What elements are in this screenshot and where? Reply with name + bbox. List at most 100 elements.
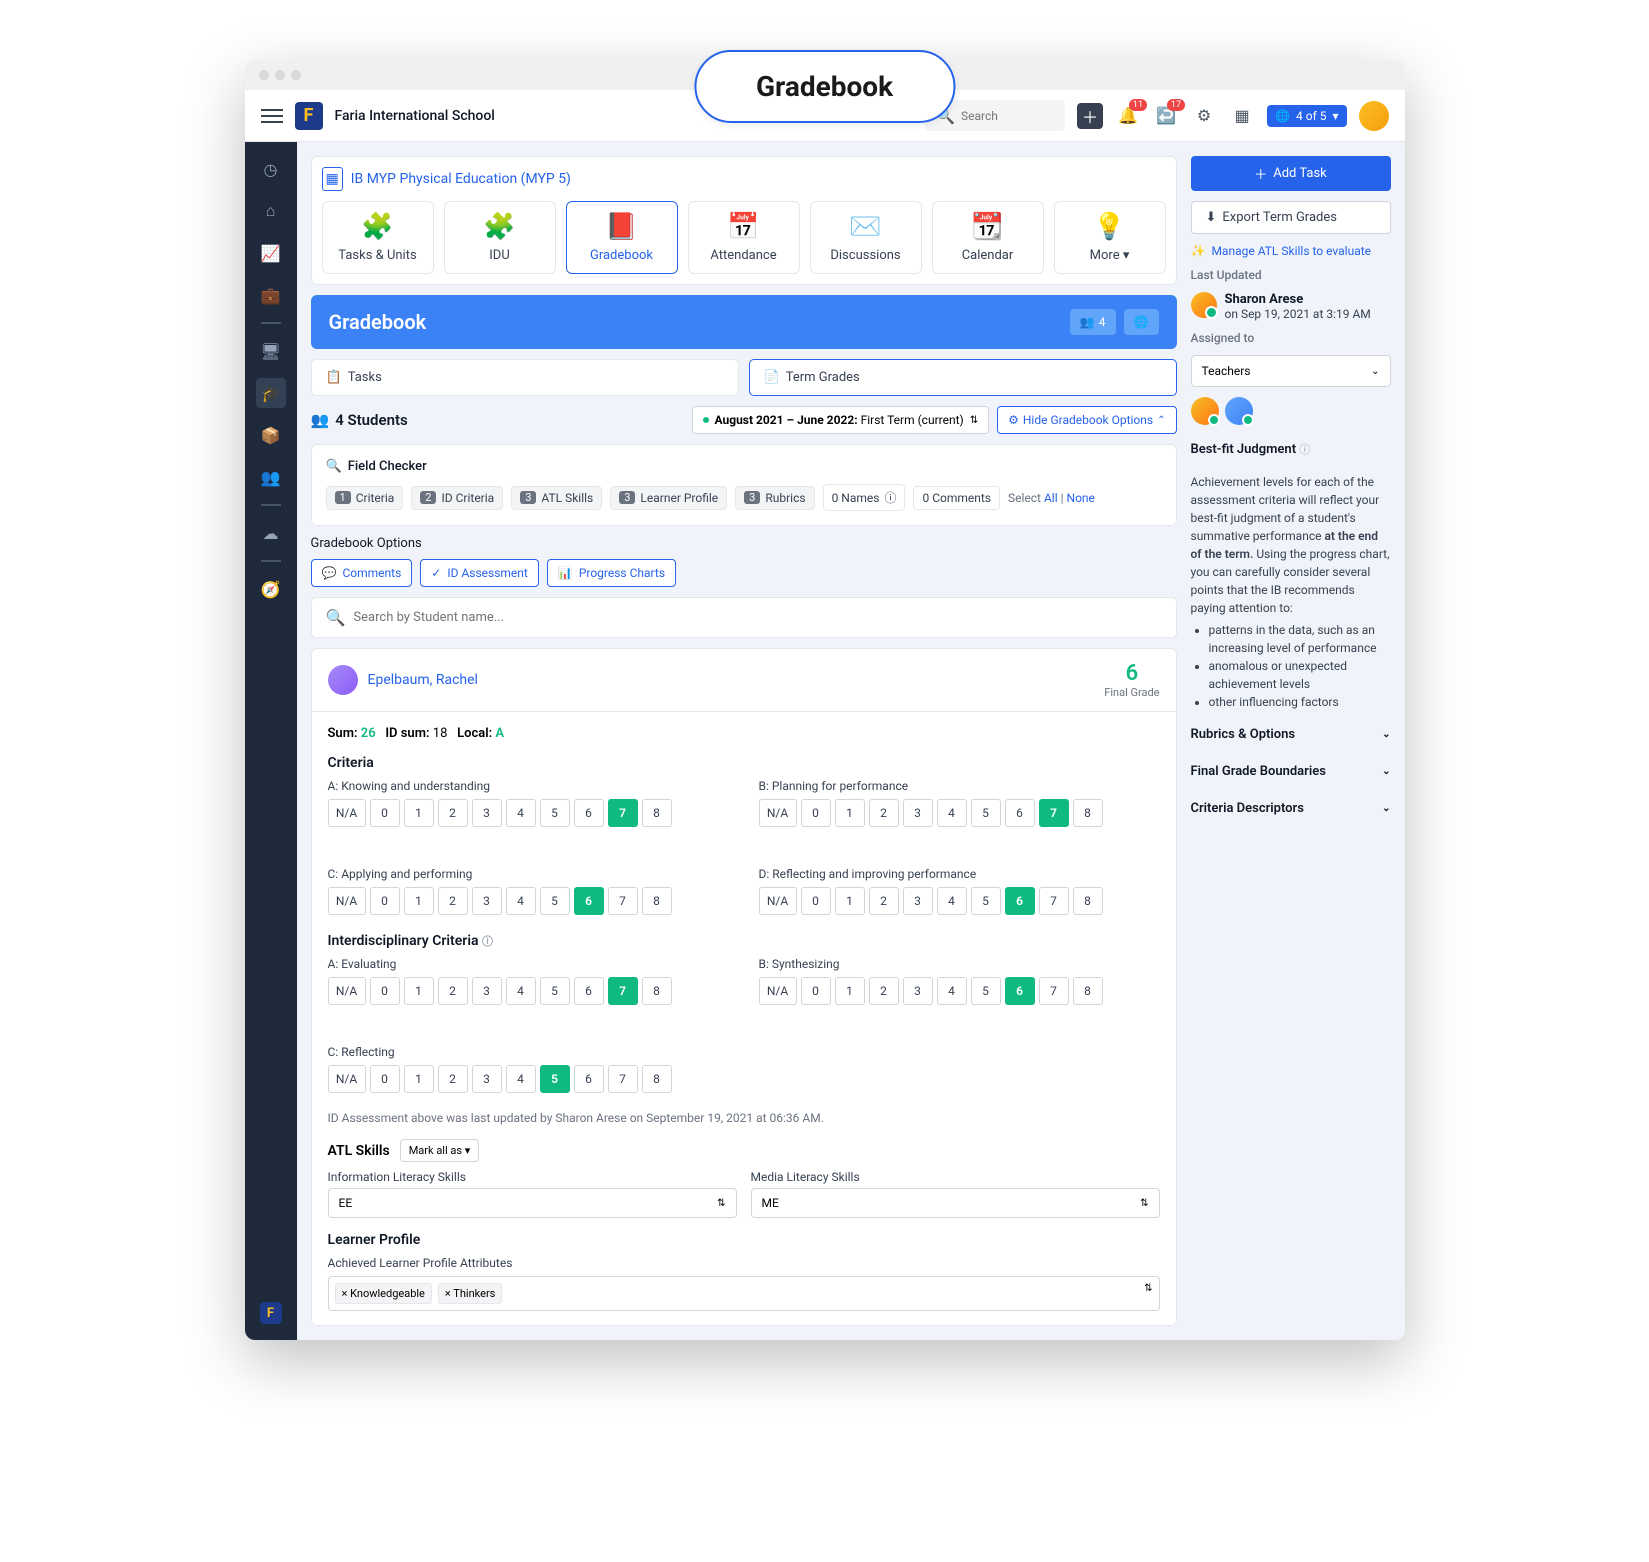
score-cell[interactable]: 8 — [642, 887, 672, 915]
score-cell[interactable]: 6 — [1005, 887, 1035, 915]
globe-button[interactable]: 🌐 — [1124, 309, 1159, 335]
score-cell[interactable]: 0 — [370, 887, 400, 915]
sidebar-compass-icon[interactable]: 🧭 — [256, 574, 286, 604]
sidebar-briefcase-icon[interactable]: 💼 — [256, 280, 286, 310]
gear-icon[interactable]: ⚙ — [1191, 103, 1217, 129]
score-cell[interactable]: 8 — [1073, 887, 1103, 915]
score-cell[interactable]: 5 — [540, 887, 570, 915]
school-switcher[interactable]: 🌐 4 of 5 ▾ — [1267, 105, 1346, 127]
accordion-descriptors[interactable]: Criteria Descriptors⌄ — [1191, 795, 1391, 822]
score-cell[interactable]: N/A — [328, 799, 366, 827]
score-cell[interactable]: 2 — [438, 887, 468, 915]
sidebar-clock-icon[interactable]: ◷ — [256, 154, 286, 184]
score-cell[interactable]: 3 — [472, 977, 502, 1005]
score-cell[interactable]: 7 — [608, 1065, 638, 1093]
score-cell[interactable]: N/A — [759, 799, 797, 827]
mark-all-button[interactable]: Mark all as ▾ — [400, 1139, 480, 1162]
score-cell[interactable]: 2 — [438, 977, 468, 1005]
tab-term-grades[interactable]: 📄Term Grades — [749, 359, 1177, 396]
score-cell[interactable]: 4 — [506, 1065, 536, 1093]
score-cell[interactable]: 8 — [642, 977, 672, 1005]
app-logo[interactable]: F — [295, 102, 323, 130]
score-cell[interactable]: 4 — [506, 977, 536, 1005]
menu-icon[interactable] — [261, 109, 283, 123]
option-id-assessment[interactable]: ✓ID Assessment — [420, 559, 539, 587]
chip-criteria[interactable]: 1Criteria — [326, 486, 404, 510]
search-input[interactable] — [961, 109, 1055, 123]
score-cell[interactable]: 2 — [869, 977, 899, 1005]
sidebar-home-icon[interactable]: ⌂ — [256, 196, 286, 226]
score-cell[interactable]: 1 — [404, 977, 434, 1005]
nav-tasks-units[interactable]: 🧩Tasks & Units — [322, 201, 434, 274]
chip-id-criteria[interactable]: 2ID Criteria — [411, 486, 503, 510]
atl-media-select[interactable]: ME⇅ — [751, 1188, 1160, 1218]
sidebar-display-icon[interactable]: 🖥 — [256, 336, 286, 366]
export-grades-button[interactable]: ⬇Export Term Grades — [1191, 201, 1391, 234]
score-cell[interactable]: 0 — [370, 799, 400, 827]
tab-tasks[interactable]: 📋Tasks — [311, 359, 739, 396]
score-cell[interactable]: 1 — [404, 1065, 434, 1093]
sidebar-app-icon[interactable]: F — [256, 1298, 286, 1328]
chip-learner-profile[interactable]: 3Learner Profile — [610, 486, 727, 510]
score-cell[interactable]: 5 — [540, 1065, 570, 1093]
score-cell[interactable]: 7 — [608, 887, 638, 915]
score-cell[interactable]: 6 — [574, 1065, 604, 1093]
class-breadcrumb[interactable]: ▦ IB MYP Physical Education (MYP 5) — [322, 167, 1166, 191]
nav-more[interactable]: 💡More ▾ — [1054, 201, 1166, 274]
score-cell[interactable]: 4 — [937, 799, 967, 827]
score-cell[interactable]: 4 — [937, 977, 967, 1005]
score-cell[interactable]: 1 — [835, 799, 865, 827]
score-cell[interactable]: 6 — [1005, 977, 1035, 1005]
score-cell[interactable]: 4 — [506, 799, 536, 827]
user-avatar[interactable] — [1359, 101, 1389, 131]
score-cell[interactable]: 1 — [835, 887, 865, 915]
apps-icon[interactable]: ▦ — [1229, 103, 1255, 129]
score-cell[interactable]: 0 — [801, 799, 831, 827]
chip-atl-skills[interactable]: 3ATL Skills — [511, 486, 602, 510]
score-cell[interactable]: 3 — [903, 799, 933, 827]
score-cell[interactable]: N/A — [328, 1065, 366, 1093]
score-cell[interactable]: 0 — [801, 887, 831, 915]
message-icon[interactable]: ↩️17 — [1153, 103, 1179, 129]
score-cell[interactable]: 8 — [1073, 799, 1103, 827]
sidebar-gradebook-icon[interactable]: 🎓 — [256, 378, 286, 408]
assigned-to-dropdown[interactable]: Teachers⌄ — [1191, 355, 1391, 387]
hide-options-button[interactable]: ⚙Hide Gradebook Options⌃ — [997, 406, 1176, 434]
accordion-boundaries[interactable]: Final Grade Boundaries⌄ — [1191, 758, 1391, 785]
score-cell[interactable]: 7 — [1039, 977, 1069, 1005]
chip-comments[interactable]: 0 Comments — [913, 486, 1000, 510]
score-cell[interactable]: N/A — [328, 887, 366, 915]
score-cell[interactable]: 3 — [903, 977, 933, 1005]
score-cell[interactable]: 3 — [472, 799, 502, 827]
score-cell[interactable]: 0 — [370, 1065, 400, 1093]
atl-info-select[interactable]: EE⇅ — [328, 1188, 737, 1218]
score-cell[interactable]: 1 — [835, 977, 865, 1005]
nav-calendar[interactable]: 📆Calendar — [932, 201, 1044, 274]
bell-icon[interactable]: 🔔11 — [1115, 103, 1141, 129]
sidebar-cloud-icon[interactable]: ☁ — [256, 518, 286, 548]
score-cell[interactable]: 8 — [642, 1065, 672, 1093]
score-cell[interactable]: 7 — [1039, 887, 1069, 915]
students-count-button[interactable]: 👥 4 — [1070, 309, 1116, 335]
lp-tag[interactable]: × Knowledgeable — [335, 1283, 432, 1304]
score-cell[interactable]: 5 — [540, 977, 570, 1005]
lp-tag[interactable]: × Thinkers — [438, 1283, 502, 1304]
link-all[interactable]: All — [1044, 491, 1058, 505]
nav-attendance[interactable]: 📅Attendance — [688, 201, 800, 274]
score-cell[interactable]: 3 — [472, 887, 502, 915]
sidebar-box-icon[interactable]: 📦 — [256, 420, 286, 450]
score-cell[interactable]: 0 — [370, 977, 400, 1005]
chip-names[interactable]: 0 Names ⓘ — [823, 484, 906, 511]
score-cell[interactable]: 2 — [438, 1065, 468, 1093]
score-cell[interactable]: 2 — [438, 799, 468, 827]
option-progress-charts[interactable]: 📊Progress Charts — [547, 559, 676, 587]
option-comments[interactable]: 💬Comments — [311, 559, 413, 587]
score-cell[interactable]: 4 — [937, 887, 967, 915]
score-cell[interactable]: 7 — [608, 977, 638, 1005]
score-cell[interactable]: 6 — [574, 799, 604, 827]
score-cell[interactable]: 5 — [971, 977, 1001, 1005]
score-cell[interactable]: 3 — [472, 1065, 502, 1093]
nav-gradebook[interactable]: 📕Gradebook — [566, 201, 678, 274]
chip-rubrics[interactable]: 3Rubrics — [735, 486, 814, 510]
score-cell[interactable]: N/A — [759, 887, 797, 915]
